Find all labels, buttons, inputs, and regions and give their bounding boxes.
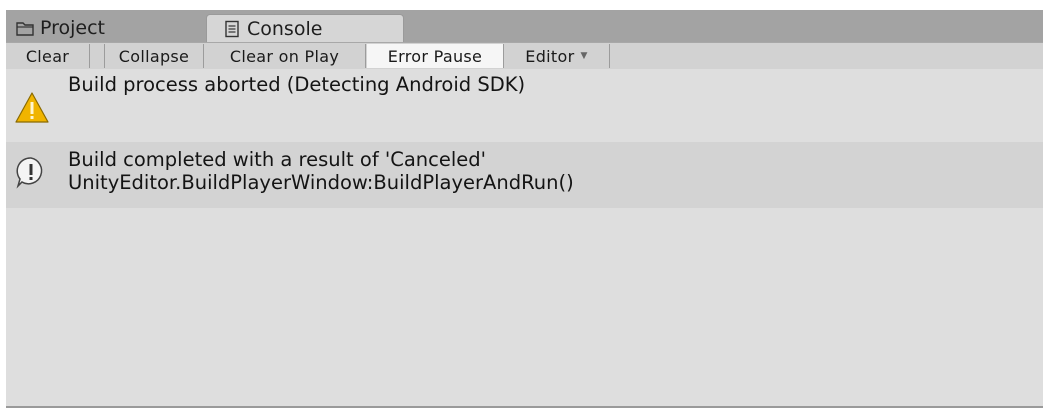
console-icon — [225, 20, 239, 37]
log-message: Build process aborted (Detecting Android… — [68, 73, 525, 96]
folder-icon — [16, 22, 34, 36]
log-message: Build completed with a result of 'Cancel… — [68, 148, 574, 194]
window-bottom-border — [6, 406, 1043, 408]
log-entry[interactable]: Build process aborted (Detecting Android… — [6, 69, 1043, 142]
clear-on-play-button[interactable]: Clear on Play — [204, 44, 366, 68]
tab-project-label: Project — [40, 17, 106, 39]
clear-button[interactable]: Clear — [6, 44, 90, 68]
log-message-line2: UnityEditor.BuildPlayerWindow:BuildPlaye… — [68, 171, 574, 194]
console-window: Project Console Clear Collapse Clear on … — [6, 10, 1043, 408]
log-message-line1: Build process aborted (Detecting Android… — [68, 73, 526, 96]
warning-icon — [15, 92, 49, 123]
log-entry[interactable]: Build completed with a result of 'Cancel… — [6, 142, 1043, 208]
tab-console-label: Console — [247, 17, 323, 40]
log-message-line1: Build completed with a result of 'Cancel… — [68, 148, 487, 171]
tab-bar: Project Console — [6, 10, 1043, 42]
tab-project[interactable]: Project — [10, 14, 202, 42]
editor-dropdown[interactable]: Editor ▼ — [504, 44, 610, 68]
error-pause-button[interactable]: Error Pause — [367, 44, 504, 68]
editor-dropdown-label: Editor — [525, 46, 575, 66]
dropdown-arrow-icon: ▼ — [580, 51, 588, 61]
collapse-button[interactable]: Collapse — [104, 44, 204, 68]
info-icon — [16, 157, 43, 189]
tab-console[interactable]: Console — [206, 14, 404, 42]
console-toolbar: Clear Collapse Clear on Play Error Pause… — [6, 42, 1043, 70]
